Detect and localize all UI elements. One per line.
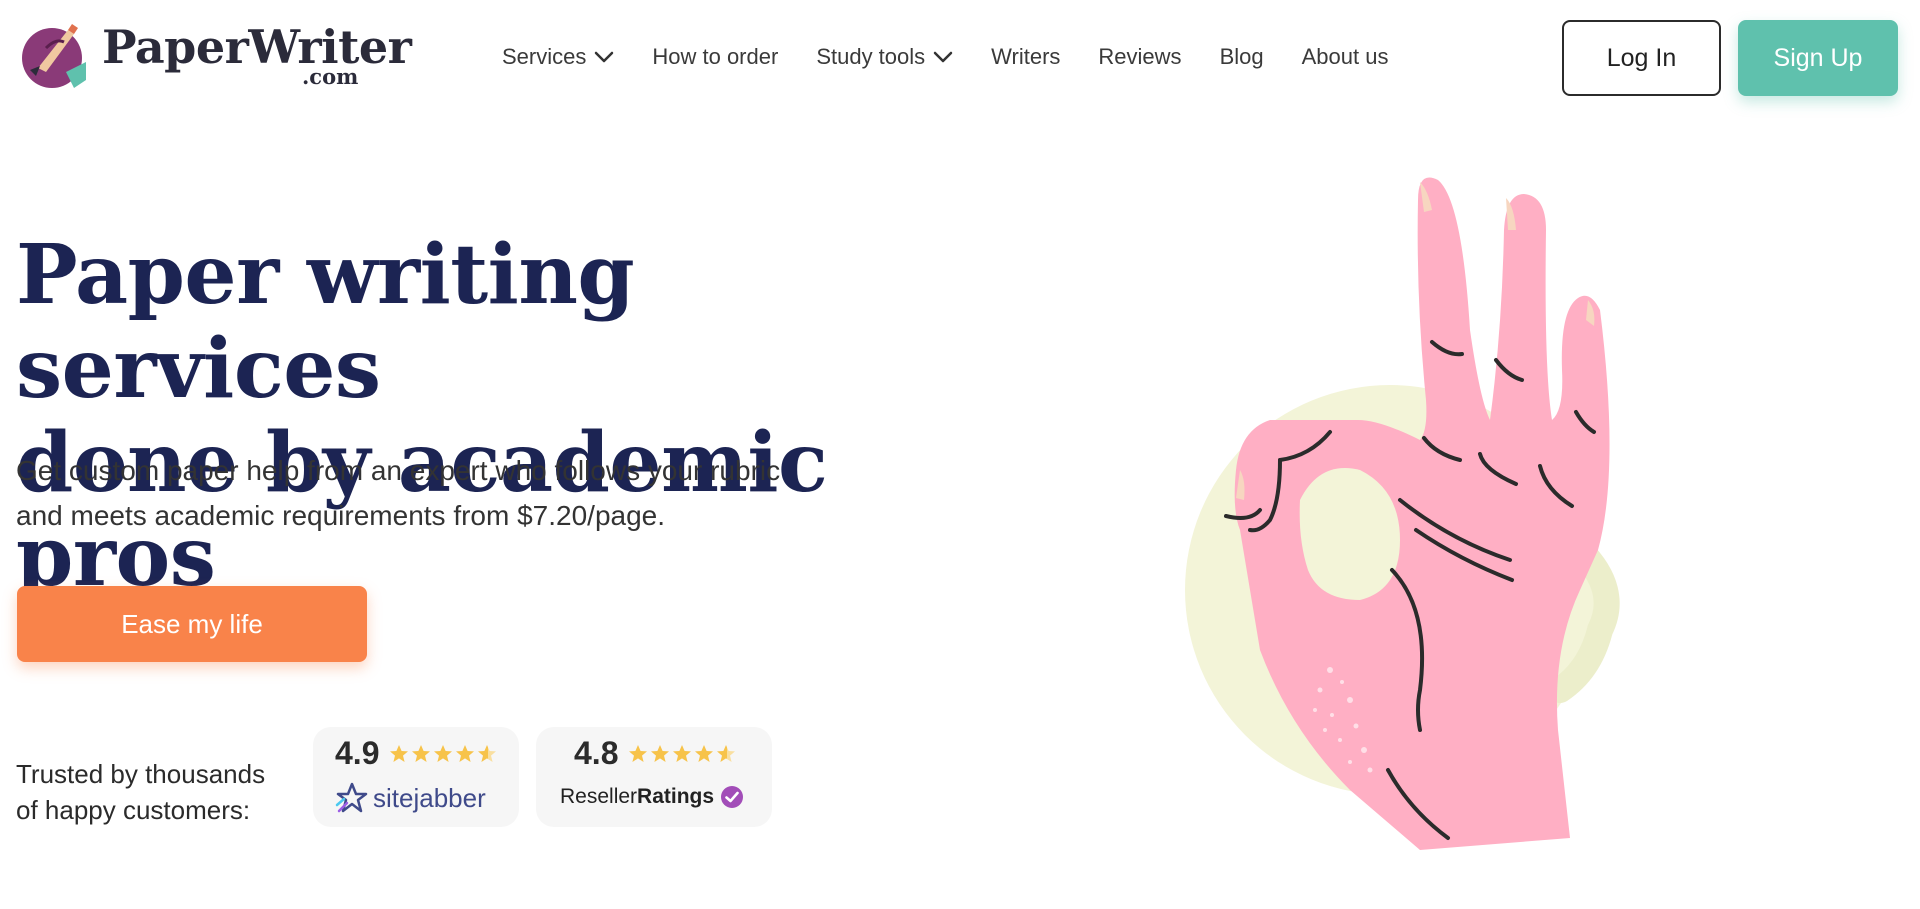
nav-item-label: Reviews — [1098, 44, 1182, 69]
resellerratings-rating-card[interactable]: 4.8 Reseller Ratings — [536, 727, 772, 827]
nav-item-label: Writers — [991, 44, 1061, 69]
half-star-icon — [478, 744, 497, 762]
site-header: PaperWriter .com Services How to order S… — [0, 0, 1920, 116]
brand-name: PaperWriter — [102, 20, 412, 74]
nav-item-blog[interactable]: Blog — [1220, 44, 1264, 70]
nav-item-label: Services — [502, 44, 587, 69]
half-star-icon — [717, 744, 736, 762]
nav-item-services[interactable]: Services — [502, 44, 614, 70]
star-icon — [434, 744, 453, 762]
star-icon — [695, 744, 714, 762]
star-icon — [456, 744, 475, 762]
ease-my-life-button[interactable]: Ease my life — [17, 586, 367, 662]
hero-title-line-1: Paper writing services — [16, 227, 635, 417]
rating-row: 4.9 — [335, 735, 499, 772]
star-icon — [629, 744, 648, 762]
trusted-label-line-2: of happy customers: — [16, 795, 251, 825]
brand-domain: .com — [302, 64, 359, 89]
star-rating — [628, 744, 738, 764]
resellerratings-logo: Reseller Ratings — [560, 785, 744, 809]
nav-item-reviews[interactable]: Reviews — [1098, 44, 1181, 70]
main-nav: Services How to order Study tools Writer… — [502, 44, 1426, 70]
hero-title: Paper writing services done by academic … — [16, 228, 976, 604]
sitejabber-star-icon — [335, 782, 368, 813]
nav-item-writers[interactable]: Writers — [991, 44, 1060, 70]
sitejabber-rating-card[interactable]: 4.9 sitejabber — [313, 727, 519, 827]
chevron-down-icon — [595, 51, 614, 63]
star-icon — [673, 744, 692, 762]
star-icon — [412, 744, 431, 762]
nav-item-about-us[interactable]: About us — [1302, 44, 1389, 70]
rating-score: 4.8 — [574, 735, 619, 771]
brand-logo[interactable]: PaperWriter .com — [16, 18, 412, 94]
nav-item-label: About us — [1301, 44, 1389, 69]
nav-item-label: Blog — [1219, 44, 1264, 69]
hero-subtitle-line-2: and meets academic requirements from $7.… — [16, 500, 666, 531]
star-icon — [651, 744, 670, 762]
sitejabber-wordmark: sitejabber — [373, 782, 486, 813]
resellerratings-prefix: Reseller — [560, 785, 638, 808]
nav-item-label: Study tools — [816, 44, 926, 69]
resellerratings-bold: Ratings — [637, 785, 715, 808]
nav-item-study-tools[interactable]: Study tools — [816, 44, 953, 70]
star-icon — [390, 744, 409, 762]
chevron-down-icon — [933, 51, 953, 63]
nav-item-how-to-order[interactable]: How to order — [652, 44, 778, 70]
rating-row: 4.8 — [574, 735, 738, 772]
login-button[interactable]: Log In — [1562, 20, 1721, 96]
hero-subtitle: Get custom paper help from an expert who… — [16, 448, 916, 538]
brand-wordmark: PaperWriter .com — [102, 22, 412, 89]
star-rating — [389, 744, 499, 764]
trusted-label-line-1: Trusted by thousands — [16, 759, 266, 789]
verified-check-icon — [721, 786, 744, 808]
sitejabber-logo: sitejabber — [335, 781, 486, 815]
quill-pen-logo-icon — [22, 24, 86, 88]
trusted-label: Trusted by thousands of happy customers: — [16, 756, 316, 828]
rating-score: 4.9 — [335, 735, 380, 771]
hero-subtitle-line-1: Get custom paper help from an expert who… — [16, 455, 781, 486]
signup-button[interactable]: Sign Up — [1738, 20, 1898, 96]
nav-item-label: How to order — [652, 44, 779, 69]
ok-hand-gesture-illustration — [1185, 177, 1620, 850]
